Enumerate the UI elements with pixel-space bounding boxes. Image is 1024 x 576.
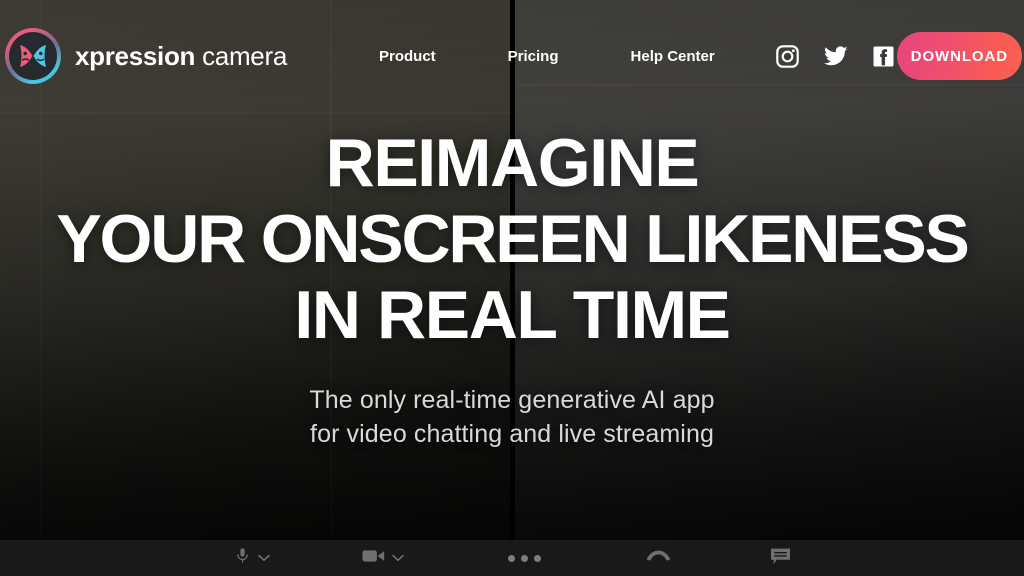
brand-logo[interactable]: xpression camera (5, 28, 287, 84)
site-header: xpression camera Product Pricing Help Ce… (0, 0, 1024, 112)
brand-name-bold: xpression (75, 40, 196, 71)
main-nav: Product Pricing Help Center (343, 48, 751, 65)
chevron-down-icon (257, 549, 270, 567)
page-root: ER (0, 0, 1024, 576)
chat-bubble-icon (770, 547, 791, 570)
more-options[interactable] (480, 540, 569, 576)
brand-name: xpression camera (75, 41, 287, 72)
nav-item-help-center[interactable]: Help Center (595, 48, 751, 65)
download-button[interactable]: DOWNLOAD (896, 32, 1022, 80)
hangup-button[interactable] (617, 540, 700, 576)
wall-seam (0, 112, 512, 114)
social-links (775, 43, 897, 69)
microphone-icon (234, 545, 251, 571)
instagram-icon[interactable] (775, 43, 801, 69)
more-dots-icon (507, 554, 541, 562)
xpression-logo-icon (5, 28, 61, 84)
hangup-phone-icon (645, 549, 672, 567)
call-toolbar (0, 540, 1024, 576)
microphone-toggle[interactable] (206, 540, 298, 576)
nav-item-product[interactable]: Product (343, 48, 472, 65)
chat-button[interactable] (742, 540, 819, 576)
chevron-down-icon (391, 549, 404, 567)
twitter-icon[interactable] (823, 43, 849, 69)
camera-toggle[interactable] (334, 540, 432, 576)
facebook-icon[interactable] (871, 43, 897, 69)
nav-item-pricing[interactable]: Pricing (472, 48, 595, 65)
video-camera-icon (362, 548, 385, 569)
brand-name-light: camera (202, 40, 287, 71)
